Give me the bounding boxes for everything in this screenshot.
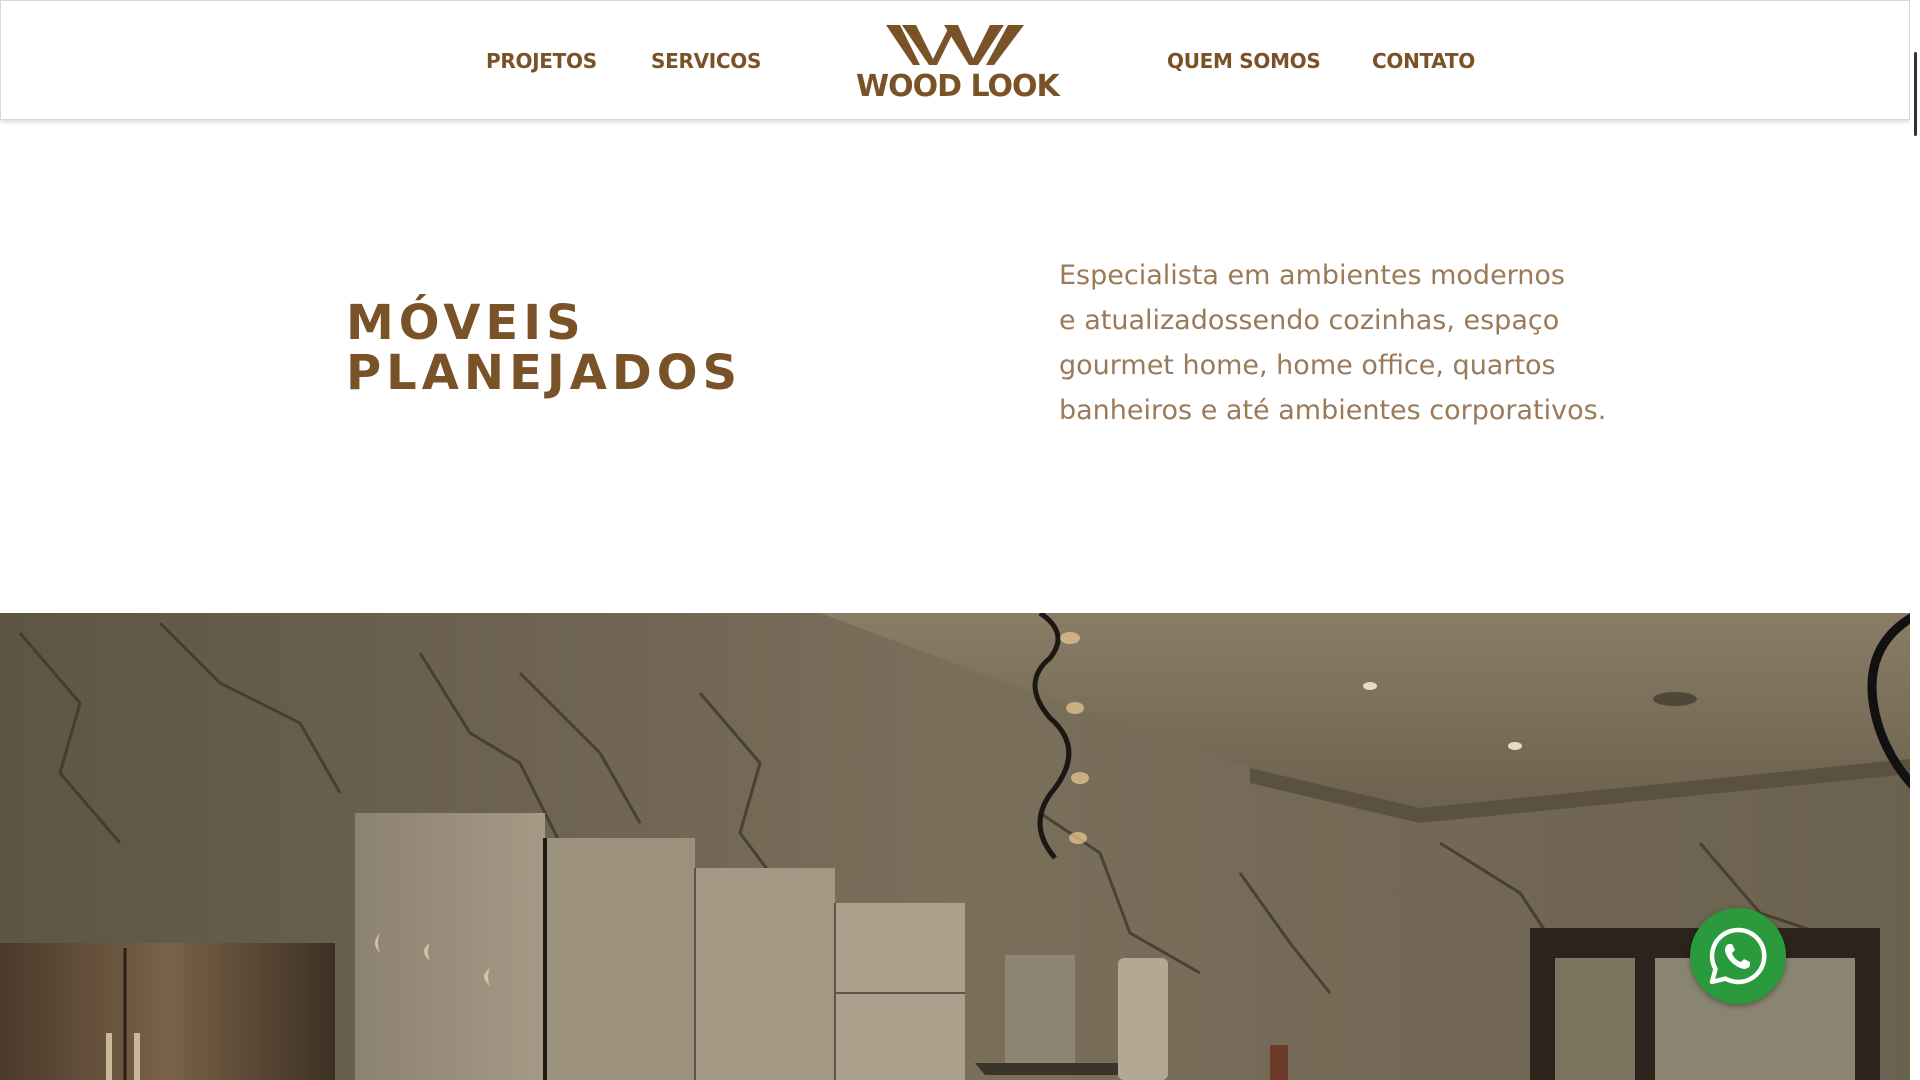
description-line-2: e atualizadossendo cozinhas, espaço (1059, 305, 1560, 336)
whatsapp-button[interactable] (1690, 908, 1786, 1004)
scrollbar-thumb[interactable] (1914, 52, 1917, 136)
hero-kitchen-photo (0, 613, 1920, 1080)
description-line-4: banheiros e até ambientes corporativos. (1059, 395, 1607, 426)
nav-link-projetos[interactable]: PROJETOS (486, 49, 597, 73)
nav-link-quem-somos[interactable]: QUEM SOMOS (1167, 49, 1321, 73)
page-scrollbar[interactable] (1910, 0, 1920, 1080)
intro-description: Especialista em ambientes modernos e atu… (1059, 253, 1607, 433)
title-line-1: MÓVEIS (346, 295, 586, 351)
nav-link-contato[interactable]: CONTATO (1372, 49, 1475, 73)
description-line-1: Especialista em ambientes modernos (1059, 260, 1565, 291)
wood-look-mark-icon (886, 25, 1024, 65)
page-title: MÓVEIS PLANEJADOS (346, 298, 742, 398)
nav-link-servicos[interactable]: SERVICOS (651, 49, 761, 73)
kitchen-photo-illustration (0, 613, 1920, 1080)
title-line-2: PLANEJADOS (346, 345, 743, 401)
site-logo[interactable]: WOOD LOOK (856, 19, 1060, 104)
site-header: PROJETOS SERVICOS WOOD LOOK QUEM SOMOS C… (0, 0, 1910, 120)
description-line-3: gourmet home, home office, quartos (1059, 350, 1556, 381)
logo-text: WOOD LOOK (856, 69, 1060, 104)
whatsapp-icon (1709, 927, 1767, 985)
